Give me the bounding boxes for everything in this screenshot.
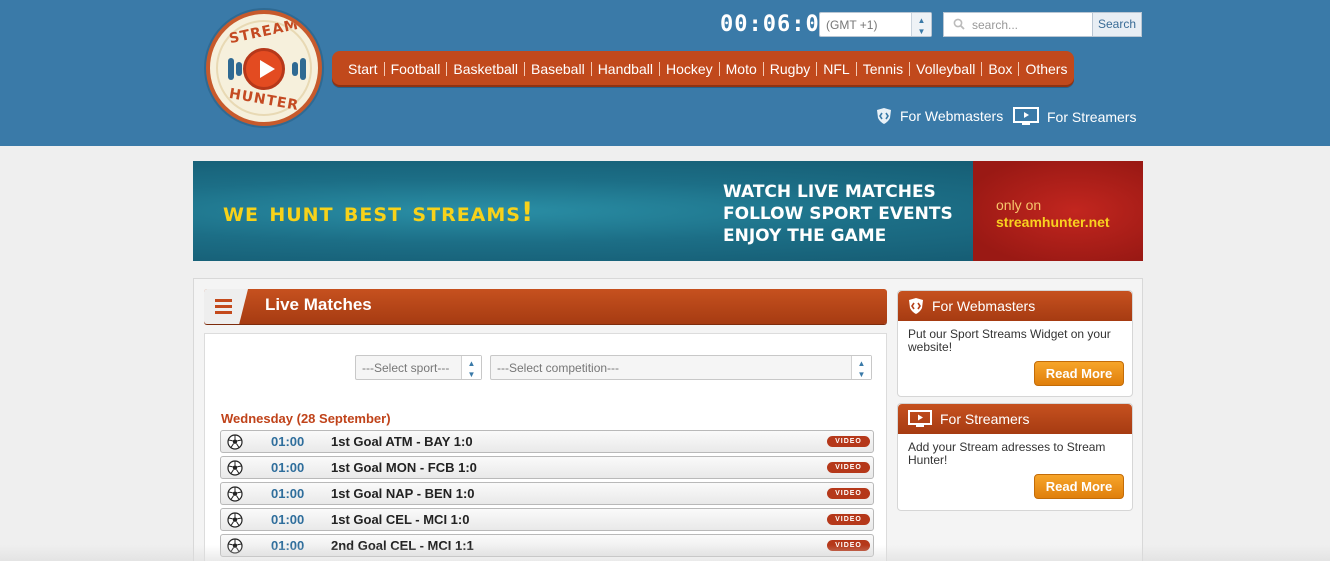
nav-item-box[interactable]: Box (982, 62, 1020, 76)
sport-nav: Start Football Basketball Baseball Handb… (332, 51, 1074, 87)
timezone-value: (GMT +1) (826, 18, 878, 32)
soccer-ball-icon (227, 538, 243, 554)
monitor-play-icon (908, 410, 932, 427)
match-time: 01:00 (271, 512, 305, 527)
nav-item-basketball[interactable]: Basketball (447, 62, 525, 76)
logo-wave-right (300, 58, 306, 80)
nav-item-moto[interactable]: Moto (720, 62, 764, 76)
nav-item-start[interactable]: Start (342, 62, 385, 76)
video-badge[interactable]: VIDEO (827, 488, 870, 499)
for-streamers-link[interactable]: For Streamers (1013, 107, 1136, 126)
nav-item-football[interactable]: Football (385, 62, 448, 76)
menu-icon[interactable] (215, 299, 232, 314)
match-title[interactable]: 1st Goal ATM - BAY 1:0 (331, 434, 473, 449)
match-row[interactable]: 01:00 2nd Goal CEL - MCI 1:1 VIDEO (220, 534, 874, 557)
banner-line-2: FOLLOW SPORT EVENTS (723, 204, 953, 224)
video-badge[interactable]: VIDEO (827, 462, 870, 473)
webmasters-read-more-button[interactable]: Read More (1034, 361, 1124, 386)
match-time: 01:00 (271, 538, 305, 553)
match-time: 01:00 (271, 486, 305, 501)
nav-item-handball[interactable]: Handball (592, 62, 660, 76)
nav-item-volleyball[interactable]: Volleyball (910, 62, 983, 76)
webmasters-widget: For Webmasters Put our Sport Streams Wid… (897, 290, 1133, 397)
banner-taglines: WATCH LIVE MATCHES FOLLOW SPORT EVENTS E… (723, 181, 953, 247)
search-input[interactable]: search... (943, 12, 1092, 37)
nav-item-tennis[interactable]: Tennis (857, 62, 911, 76)
match-title[interactable]: 1st Goal CEL - MCI 1:0 (331, 512, 469, 527)
video-badge[interactable]: VIDEO (827, 514, 870, 525)
banner-only-on: only on (996, 197, 1042, 213)
live-matches-title: Live Matches (265, 295, 372, 314)
search-placeholder: search... (972, 18, 1019, 32)
soccer-ball-icon (227, 486, 243, 502)
soccer-ball-icon (227, 512, 243, 528)
match-title[interactable]: 1st Goal MON - FCB 1:0 (331, 460, 477, 475)
nav-item-others[interactable]: Others (1019, 62, 1073, 76)
competition-select-value: ---Select competition--- (497, 361, 620, 375)
logo-wave-right-inner (292, 62, 298, 76)
match-title[interactable]: 1st Goal NAP - BEN 1:0 (331, 486, 475, 501)
match-title[interactable]: 2nd Goal CEL - MCI 1:1 (331, 538, 474, 553)
for-webmasters-label: For Webmasters (900, 108, 1004, 124)
streamers-widget-text: Add your Stream adresses to Stream Hunte… (908, 440, 1106, 467)
streamers-read-more-button[interactable]: Read More (1034, 474, 1124, 499)
clock-display: 00:06:03 (720, 12, 834, 37)
competition-select[interactable]: ---Select competition--- ▲ ▼ (490, 355, 872, 380)
search-button[interactable]: Search (1092, 12, 1142, 37)
match-time: 01:00 (271, 460, 305, 475)
logo-wave-left (228, 58, 234, 80)
timezone-select[interactable]: (GMT +1) ▲ ▼ (819, 12, 932, 37)
match-row[interactable]: 01:00 1st Goal MON - FCB 1:0 VIDEO (220, 456, 874, 479)
sport-select[interactable]: ---Select sport--- ▲ ▼ (355, 355, 482, 380)
banner-slogan: we hunt best streams! (223, 197, 535, 228)
webmasters-widget-header: For Webmasters (898, 291, 1132, 321)
monitor-play-icon (1013, 107, 1039, 125)
nav-item-baseball[interactable]: Baseball (525, 62, 592, 76)
soccer-ball-icon (227, 434, 243, 450)
sport-select-value: ---Select sport--- (362, 361, 450, 375)
video-badge[interactable]: VIDEO (827, 436, 870, 447)
match-date-heading: Wednesday (28 September) (221, 411, 391, 426)
nav-item-hockey[interactable]: Hockey (660, 62, 720, 76)
nav-item-rugby[interactable]: Rugby (764, 62, 818, 76)
match-time: 01:00 (271, 434, 305, 449)
webmasters-widget-title: For Webmasters (932, 298, 1036, 314)
match-row[interactable]: 01:00 1st Goal NAP - BEN 1:0 VIDEO (220, 482, 874, 505)
logo-wave-left-inner (236, 62, 242, 76)
shield-code-icon (877, 108, 891, 124)
promo-banner[interactable]: we hunt best streams! WATCH LIVE MATCHES… (193, 161, 1143, 261)
match-row[interactable]: 01:00 1st Goal CEL - MCI 1:0 VIDEO (220, 508, 874, 531)
play-icon (243, 48, 285, 90)
search-icon (953, 18, 965, 30)
banner-site: streamhunter.net (996, 214, 1110, 230)
banner-line-1: WATCH LIVE MATCHES (723, 182, 936, 202)
nav-item-nfl[interactable]: NFL (817, 62, 857, 76)
match-row[interactable]: 01:00 1st Goal ATM - BAY 1:0 VIDEO (220, 430, 874, 453)
streamers-widget-header: For Streamers (898, 404, 1132, 434)
shield-code-icon (909, 298, 923, 314)
soccer-ball-icon (227, 460, 243, 476)
select-arrows-icon: ▲ ▼ (911, 13, 931, 36)
for-streamers-label: For Streamers (1047, 108, 1137, 125)
select-arrows-icon: ▲ ▼ (851, 356, 871, 379)
webmasters-widget-text: Put our Sport Streams Widget on your web… (908, 327, 1111, 354)
stream-hunter-logo[interactable]: STREAM HUNTER (206, 10, 322, 126)
video-badge[interactable]: VIDEO (827, 540, 870, 551)
streamers-widget-title: For Streamers (940, 411, 1030, 427)
banner-line-3: ENJOY THE GAME (723, 226, 887, 246)
for-webmasters-link[interactable]: For Webmasters (876, 107, 1003, 125)
select-arrows-icon: ▲ ▼ (461, 356, 481, 379)
streamers-widget: For Streamers Add your Stream adresses t… (897, 403, 1133, 511)
